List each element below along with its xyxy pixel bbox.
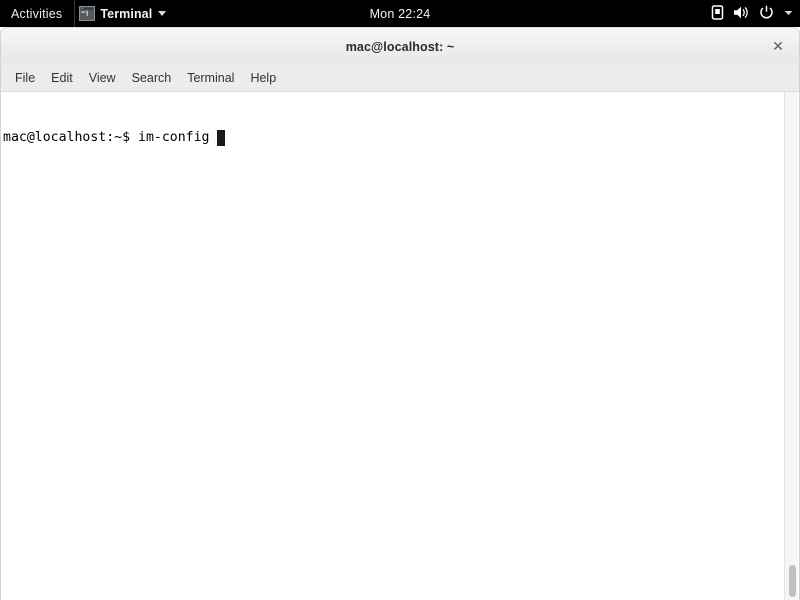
- app-menu-label: Terminal: [100, 6, 153, 21]
- power-icon[interactable]: [759, 5, 774, 23]
- terminal-scrollbar[interactable]: [784, 92, 798, 600]
- activities-label: Activities: [11, 6, 63, 21]
- menu-item-file[interactable]: File: [7, 69, 43, 88]
- terminal-cursor-space: [209, 129, 217, 146]
- desktop-screen: Activities > Terminal Mon 22:24 mac@loca…: [0, 0, 800, 600]
- menu-bar: File Edit View Search Terminal Help: [0, 65, 800, 92]
- terminal-line: mac@localhost:~$ im-config: [3, 129, 773, 146]
- chevron-down-icon[interactable]: [783, 5, 794, 23]
- terminal-content-area[interactable]: mac@localhost:~$ im-config: [0, 92, 800, 600]
- activities-button[interactable]: Activities: [0, 0, 74, 27]
- svg-text:>: >: [81, 6, 83, 10]
- scrollbar-thumb[interactable]: [789, 565, 796, 597]
- display-icon[interactable]: [711, 4, 724, 23]
- terminal-window: mac@localhost: ~ ✕ File Edit View Search…: [0, 27, 800, 600]
- window-title: mac@localhost: ~: [345, 39, 455, 54]
- menu-item-terminal[interactable]: Terminal: [179, 69, 242, 88]
- terminal-app-icon: >: [79, 6, 96, 21]
- status-menu-area[interactable]: [711, 0, 794, 27]
- shell-prompt: mac@localhost:~$: [3, 130, 131, 145]
- menu-item-help[interactable]: Help: [242, 69, 284, 88]
- terminal-command-text: im-config: [138, 130, 210, 145]
- menu-item-edit[interactable]: Edit: [43, 69, 81, 88]
- terminal-output[interactable]: mac@localhost:~$ im-config: [3, 92, 773, 180]
- gnome-top-bar: Activities > Terminal Mon 22:24: [0, 0, 800, 27]
- app-menu-button[interactable]: > Terminal: [74, 0, 174, 27]
- volume-icon[interactable]: [733, 5, 750, 23]
- window-titlebar[interactable]: mac@localhost: ~ ✕: [0, 27, 800, 65]
- menu-item-view[interactable]: View: [81, 69, 124, 88]
- terminal-cursor: [217, 129, 226, 146]
- chevron-down-icon: [158, 11, 167, 16]
- clock-label[interactable]: Mon 22:24: [370, 7, 431, 21]
- menu-item-search[interactable]: Search: [124, 69, 180, 88]
- close-icon[interactable]: ✕: [767, 36, 789, 58]
